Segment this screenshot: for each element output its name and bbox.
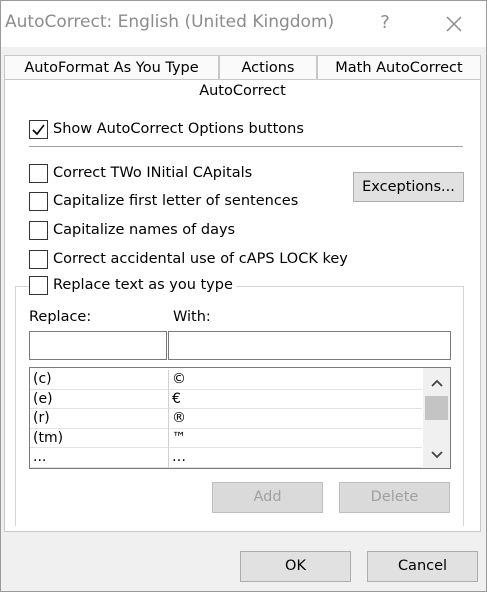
list-item-with: … — [169, 448, 422, 468]
list-item[interactable]: (r) ® — [30, 409, 450, 429]
list-item-replace: (c) — [30, 370, 169, 390]
chevron-up-icon — [430, 379, 443, 387]
list-item-with: ® — [169, 409, 422, 429]
list-item-replace: (r) — [30, 409, 169, 429]
list-scrollbar[interactable] — [423, 368, 450, 468]
close-icon — [446, 16, 462, 32]
tab-actions[interactable]: Actions — [219, 55, 317, 79]
tab-autocorrect[interactable]: AutoCorrect — [4, 79, 481, 103]
list-item[interactable]: (c) © — [30, 370, 450, 390]
list-item[interactable]: (e) € — [30, 389, 450, 409]
replace-text-checkbox[interactable] — [29, 275, 48, 295]
correct-caps-lock-checkbox[interactable] — [29, 249, 48, 269]
show-autocorrect-options-checkbox[interactable] — [29, 119, 48, 139]
list-item-replace: ... — [30, 448, 169, 468]
capitalize-sentences-checkbox[interactable] — [29, 191, 48, 211]
delete-button[interactable]: Delete — [339, 482, 450, 513]
correct-two-initial-capitals-label: Correct TWo INitial CApitals — [53, 165, 253, 181]
capitalize-days-option[interactable]: Capitalize names of days — [29, 220, 235, 240]
add-button[interactable]: Add — [212, 482, 323, 513]
correct-caps-lock-option[interactable]: Correct accidental use of cAPS LOCK key — [29, 249, 348, 269]
replacement-list[interactable]: (c) © (e) € (r) ® (tm) ™ ... … — [29, 367, 451, 469]
ok-button[interactable]: OK — [240, 551, 351, 582]
list-item[interactable]: (tm) ™ — [30, 428, 450, 448]
replace-text-option[interactable]: Replace text as you type — [29, 275, 237, 295]
capitalize-days-label: Capitalize names of days — [53, 222, 236, 238]
list-item-replace: (tm) — [30, 428, 169, 448]
scroll-down-button[interactable] — [423, 444, 450, 466]
cancel-button[interactable]: Cancel — [367, 551, 478, 582]
list-item-with: € — [169, 390, 422, 409]
tab-autoformat-as-you-type[interactable]: AutoFormat As You Type — [4, 55, 219, 79]
list-item-with: © — [169, 370, 422, 390]
list-rows: (c) © (e) € (r) ® (tm) ™ ... … — [30, 368, 450, 468]
with-input[interactable] — [168, 331, 451, 360]
autocorrect-dialog: AutoCorrect: English (United Kingdom) ? … — [0, 0, 487, 592]
exceptions-button[interactable]: Exceptions... — [353, 172, 464, 202]
tab-math-autocorrect[interactable]: Math AutoCorrect — [317, 55, 481, 79]
window-title: AutoCorrect: English (United Kingdom) — [5, 12, 335, 32]
scroll-up-button[interactable] — [423, 372, 450, 394]
replace-text-label: Replace text as you type — [53, 277, 233, 293]
replace-input[interactable] — [29, 331, 167, 360]
separator — [29, 146, 463, 147]
correct-caps-lock-label: Correct accidental use of cAPS LOCK key — [53, 251, 348, 267]
show-autocorrect-options-label: Show AutoCorrect Options buttons — [53, 121, 304, 137]
title-bar: AutoCorrect: English (United Kingdom) ? — [1, 1, 486, 47]
capitalize-days-checkbox[interactable] — [29, 220, 48, 240]
correct-two-initial-capitals-option[interactable]: Correct TWo INitial CApitals — [29, 163, 252, 183]
capitalize-sentences-label: Capitalize first letter of sentences — [53, 193, 299, 209]
show-autocorrect-options-option[interactable]: Show AutoCorrect Options buttons — [29, 119, 304, 139]
help-button[interactable]: ? — [375, 11, 395, 35]
capitalize-sentences-option[interactable]: Capitalize first letter of sentences — [29, 191, 298, 211]
replace-label: Replace: — [29, 309, 92, 325]
list-item[interactable]: ... … — [30, 448, 450, 468]
scroll-thumb[interactable] — [425, 396, 448, 420]
with-label: With: — [173, 309, 211, 325]
correct-two-initial-capitals-checkbox[interactable] — [29, 163, 48, 183]
chevron-down-icon — [430, 451, 443, 459]
list-item-replace: (e) — [30, 389, 169, 409]
checkmark-icon — [32, 124, 45, 135]
close-button[interactable] — [441, 11, 467, 37]
list-item-with: ™ — [169, 429, 422, 448]
